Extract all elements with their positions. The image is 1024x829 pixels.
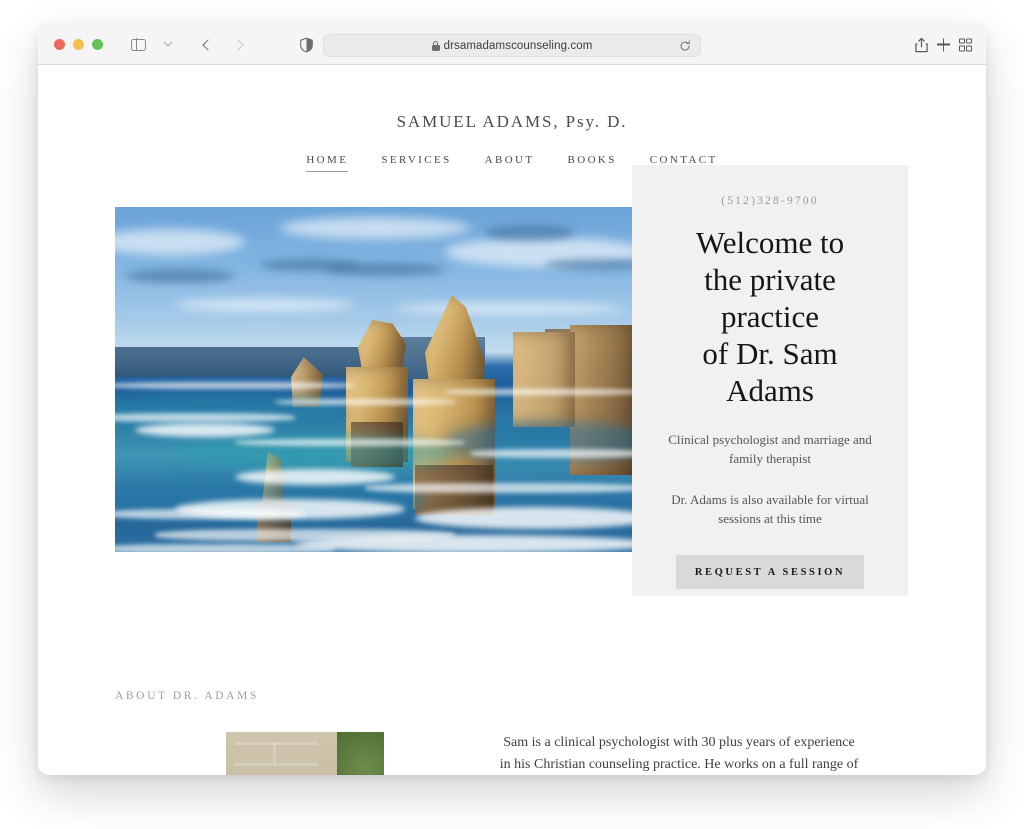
welcome-heading-line-5: Adams	[726, 373, 814, 408]
toolbar-right-actions	[915, 37, 972, 52]
back-button[interactable]	[195, 33, 221, 57]
sidebar-toggle-icon	[130, 38, 146, 51]
web-page-content: SAMUEL ADAMS, Psy. D. HOME SERVICES ABOU…	[38, 65, 986, 775]
panel-paragraph-credentials: Clinical psychologist and marriage and f…	[668, 432, 872, 466]
about-body-text: Sam is a clinical psychologist with 30 p…	[499, 735, 859, 772]
site-title: SAMUEL ADAMS, Psy. D.	[396, 112, 628, 131]
welcome-heading-line-1: Welcome to	[695, 225, 845, 260]
about-section-label: ABOUT DR. ADAMS	[115, 690, 259, 702]
url-text: drsamadamscounseling.com	[443, 39, 593, 52]
window-controls	[54, 39, 103, 50]
nav-item-home[interactable]: HOME	[306, 154, 349, 172]
address-bar-content: drsamadamscounseling.com	[431, 39, 593, 52]
hero-section: (512)328-9700 Welcome to the private pra…	[38, 165, 986, 664]
forward-button[interactable]	[225, 33, 251, 57]
maximize-window-button[interactable]	[92, 39, 103, 50]
navigation-controls	[125, 33, 251, 57]
request-session-button[interactable]: REQUEST A SESSION	[676, 555, 864, 589]
nav-item-books[interactable]: BOOKS	[568, 154, 617, 172]
welcome-panel: (512)328-9700 Welcome to the private pra…	[632, 165, 908, 596]
hero-image	[115, 207, 635, 552]
nav-item-about[interactable]: ABOUT	[485, 154, 535, 172]
chevron-down-icon	[163, 37, 173, 46]
nav-item-services[interactable]: SERVICES	[381, 154, 451, 172]
address-bar[interactable]: drsamadamscounseling.com	[323, 34, 701, 57]
welcome-heading-line-2: the private	[704, 262, 836, 297]
minimize-window-button[interactable]	[73, 39, 84, 50]
welcome-heading-line-4: of Dr. Sam	[702, 336, 838, 371]
share-icon[interactable]	[915, 37, 928, 52]
browser-toolbar: drsamadamscounseling.com	[38, 25, 986, 65]
welcome-heading: Welcome to the private practice of Dr. S…	[660, 224, 880, 409]
close-window-button[interactable]	[54, 39, 65, 50]
back-arrow-icon	[202, 38, 214, 51]
browser-window: drsamadamscounseling.com SAMUEL ADAMS, P…	[38, 25, 986, 775]
tab-grid-icon[interactable]	[959, 38, 972, 51]
plus-icon[interactable]	[937, 38, 950, 51]
welcome-heading-line-3: practice	[720, 299, 820, 334]
about-portrait-image	[226, 732, 384, 775]
about-content-row: Sam is a clinical psychologist with 30 p…	[38, 732, 986, 775]
sidebar-toggle-button[interactable]	[125, 33, 151, 57]
reload-icon[interactable]	[679, 39, 691, 52]
about-section: ABOUT DR. ADAMS Sam is a clinical psycho…	[38, 690, 986, 775]
forward-arrow-icon	[232, 38, 244, 51]
sidebar-dropdown-button[interactable]	[155, 33, 181, 57]
panel-paragraph-virtual: Dr. Adams is also available for virtual …	[671, 492, 869, 526]
lock-icon	[431, 40, 440, 51]
shield-privacy-icon[interactable]	[300, 37, 313, 52]
phone-number[interactable]: (512)328-9700	[660, 195, 880, 207]
